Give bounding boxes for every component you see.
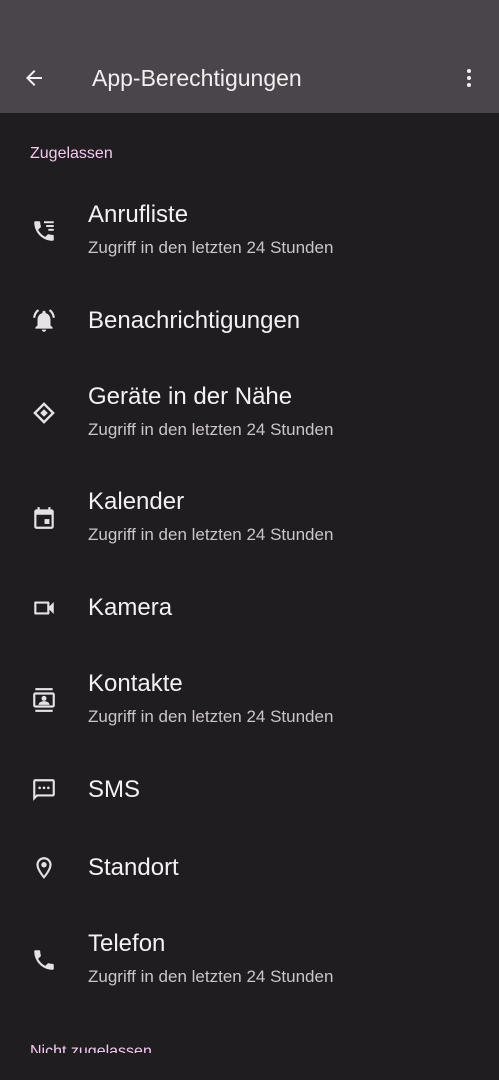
permission-item-notifications[interactable]: Benachrichtigungen xyxy=(0,299,499,349)
arrow-back-icon xyxy=(22,66,46,90)
permission-title: Geräte in der Nähe xyxy=(88,383,293,410)
permission-title: Kamera xyxy=(88,594,173,621)
bottom-bar xyxy=(0,1053,499,1080)
permission-list: Zugelassen Anrufliste Zugriff in den let… xyxy=(0,113,499,1053)
permission-item-phone[interactable]: Telefon Zugriff in den letzten 24 Stunde… xyxy=(0,926,499,1006)
permission-title: Anrufliste xyxy=(88,201,189,228)
section-header-denied: Nicht zugelassen xyxy=(30,1043,152,1053)
permission-title: Benachrichtigungen xyxy=(88,307,301,334)
permission-item-camera[interactable]: Kamera xyxy=(0,586,499,636)
permission-item-nearby-devices[interactable]: Geräte in der Nähe Zugriff in den letzte… xyxy=(0,379,499,459)
more-vert-icon xyxy=(457,66,481,90)
permission-subtitle: Zugriff in den letzten 24 Stunden xyxy=(88,420,334,439)
permission-title: Kalender xyxy=(88,488,185,515)
app-bar: App-Berechtigungen xyxy=(0,44,499,113)
permission-subtitle: Zugriff in den letzten 24 Stunden xyxy=(88,967,334,986)
phone-icon xyxy=(30,946,58,974)
permission-item-call-log[interactable]: Anrufliste Zugriff in den letzten 24 Stu… xyxy=(0,197,499,277)
page-title: App-Berechtigungen xyxy=(92,65,302,91)
contacts-icon xyxy=(30,686,58,714)
nearby-devices-icon xyxy=(30,399,58,427)
permission-title: Standort xyxy=(88,854,179,881)
notification-bell-icon xyxy=(30,307,58,335)
permission-title: Kontakte xyxy=(88,670,183,697)
camera-icon xyxy=(30,594,58,622)
permission-title: Telefon xyxy=(88,930,166,957)
permission-item-contacts[interactable]: Kontakte Zugriff in den letzten 24 Stund… xyxy=(0,666,499,746)
permission-item-sms[interactable]: SMS xyxy=(0,768,499,818)
permission-item-location[interactable]: Standort xyxy=(0,846,499,896)
permission-subtitle: Zugriff in den letzten 24 Stunden xyxy=(88,238,334,257)
calendar-icon xyxy=(30,504,58,532)
permission-subtitle: Zugriff in den letzten 24 Stunden xyxy=(88,525,334,544)
back-button[interactable] xyxy=(14,58,54,98)
location-icon xyxy=(30,854,58,882)
sms-icon xyxy=(30,776,58,804)
more-options-button[interactable] xyxy=(449,58,489,98)
permission-subtitle: Zugriff in den letzten 24 Stunden xyxy=(88,707,334,726)
permission-title: SMS xyxy=(88,776,141,803)
section-header-allowed: Zugelassen xyxy=(30,145,113,162)
permission-item-calendar[interactable]: Kalender Zugriff in den letzten 24 Stund… xyxy=(0,484,499,564)
call-log-icon xyxy=(30,217,58,245)
status-bar xyxy=(0,0,499,44)
